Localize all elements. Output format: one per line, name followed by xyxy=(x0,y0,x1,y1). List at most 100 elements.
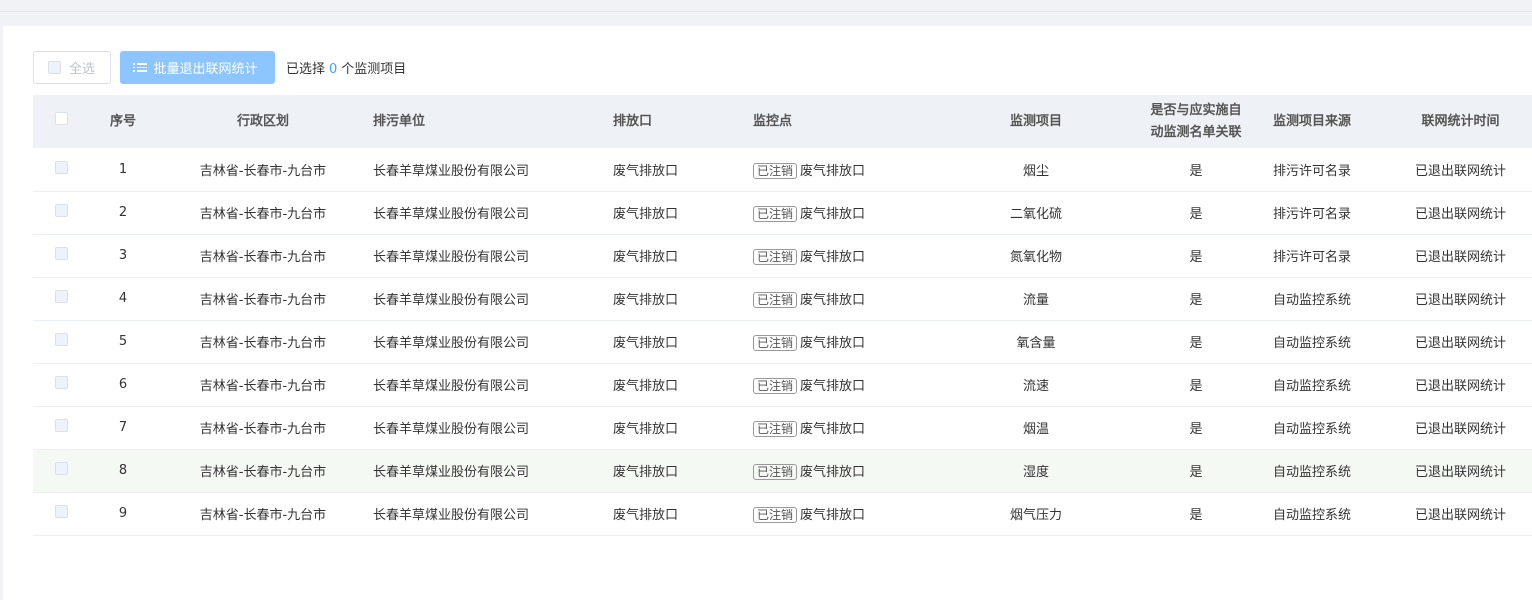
cell-outlet: 废气排放口 xyxy=(609,191,749,235)
monitor-point-name: 废气排放口 xyxy=(800,293,866,308)
cancelled-tag: 已注销 xyxy=(753,507,798,523)
cell-monitor-point: 已注销 废气排放口 xyxy=(749,492,949,536)
cell-network-time: 已退出联网统计 xyxy=(1389,234,1532,278)
cell-company: 长春羊草煤业股份有限公司 xyxy=(369,406,609,450)
cell-company: 长春羊草煤业股份有限公司 xyxy=(369,320,609,364)
header-company: 排污单位 xyxy=(369,95,609,148)
selected-count: 0 xyxy=(329,62,338,77)
row-checkbox-cell xyxy=(33,234,89,278)
header-auto-list: 是否与应实施自动监测名单关联 xyxy=(1123,95,1269,148)
cell-company: 长春羊草煤业股份有限公司 xyxy=(369,234,609,278)
table-row[interactable]: 3 吉林省-长春市-九台市 长春羊草煤业股份有限公司 废气排放口 已注销 废气排放口 氮氧化… xyxy=(33,234,1532,278)
cell-auto-list: 是 xyxy=(1123,234,1269,278)
cell-region: 吉林省-长春市-九台市 xyxy=(157,363,369,407)
cell-item: 湿度 xyxy=(949,449,1123,493)
row-checkbox[interactable] xyxy=(54,462,68,475)
row-checkbox[interactable] xyxy=(54,290,68,303)
table-header-row: 序号 行政区划 排污单位 排放口 监控点 监测项目 是否与应实施自动监测名单关联… xyxy=(33,95,1532,148)
row-checkbox-cell xyxy=(33,320,89,364)
cancelled-tag: 已注销 xyxy=(753,378,798,394)
cell-source: 自动监控系统 xyxy=(1269,363,1389,407)
row-checkbox[interactable] xyxy=(54,505,68,518)
cell-auto-list: 是 xyxy=(1123,277,1269,321)
select-all-button[interactable]: 全选 xyxy=(33,51,111,84)
cell-company: 长春羊草煤业股份有限公司 xyxy=(369,363,609,407)
cell-monitor-point: 已注销 废气排放口 xyxy=(749,191,949,235)
cell-region: 吉林省-长春市-九台市 xyxy=(157,234,369,278)
row-checkbox-cell xyxy=(33,148,89,192)
cell-item: 烟尘 xyxy=(949,148,1123,192)
header-checkbox[interactable] xyxy=(54,111,68,125)
table-row[interactable]: 9 吉林省-长春市-九台市 长春羊草煤业股份有限公司 废气排放口 已注销 废气排放口 烟气压… xyxy=(33,492,1532,536)
cell-item: 二氧化硫 xyxy=(949,191,1123,235)
select-all-checkbox[interactable] xyxy=(48,61,61,74)
cell-index: 9 xyxy=(89,492,157,536)
monitor-point-name: 废气排放口 xyxy=(800,336,866,351)
cell-network-time: 已退出联网统计 xyxy=(1389,406,1532,450)
row-checkbox[interactable] xyxy=(54,419,68,432)
table-row[interactable]: 7 吉林省-长春市-九台市 长春羊草煤业股份有限公司 废气排放口 已注销 废气排放口 烟温是… xyxy=(33,406,1532,450)
cell-source: 自动监控系统 xyxy=(1269,492,1389,536)
cell-index: 5 xyxy=(89,320,157,364)
table-row[interactable]: 5 吉林省-长春市-九台市 长春羊草煤业股份有限公司 废气排放口 已注销 废气排放口 氧含量… xyxy=(33,320,1532,364)
cancelled-tag: 已注销 xyxy=(753,421,798,437)
cell-network-time: 已退出联网统计 xyxy=(1389,277,1532,321)
cancelled-tag: 已注销 xyxy=(753,249,798,265)
cell-index: 7 xyxy=(89,406,157,450)
cell-auto-list: 是 xyxy=(1123,148,1269,192)
row-checkbox-cell xyxy=(33,449,89,493)
cell-index: 8 xyxy=(89,449,157,493)
table-row[interactable]: 4 吉林省-长春市-九台市 长春羊草煤业股份有限公司 废气排放口 已注销 废气排放口 流量是… xyxy=(33,277,1532,321)
selection-prefix: 已选择 xyxy=(286,62,326,77)
cell-auto-list: 是 xyxy=(1123,320,1269,364)
cell-outlet: 废气排放口 xyxy=(609,148,749,192)
monitoring-items-table: 序号 行政区划 排污单位 排放口 监控点 监测项目 是否与应实施自动监测名单关联… xyxy=(33,95,1532,536)
cell-outlet: 废气排放口 xyxy=(609,277,749,321)
cell-auto-list: 是 xyxy=(1123,191,1269,235)
cell-item: 流速 xyxy=(949,363,1123,407)
table-row[interactable]: 1 吉林省-长春市-九台市 长春羊草煤业股份有限公司 废气排放口 已注销 废气排放口 烟尘是… xyxy=(33,148,1532,192)
cell-monitor-point: 已注销 废气排放口 xyxy=(749,406,949,450)
cell-item: 烟温 xyxy=(949,406,1123,450)
cell-auto-list: 是 xyxy=(1123,406,1269,450)
row-checkbox-cell xyxy=(33,363,89,407)
cell-source: 自动监控系统 xyxy=(1269,406,1389,450)
selection-info: 已选择 0 个监测项目 xyxy=(286,58,406,77)
row-checkbox[interactable] xyxy=(54,376,68,389)
cell-source: 排污许可名录 xyxy=(1269,234,1389,278)
cell-source: 自动监控系统 xyxy=(1269,277,1389,321)
cell-source: 自动监控系统 xyxy=(1269,449,1389,493)
header-outlet: 排放口 xyxy=(609,95,749,148)
table-row[interactable]: 2 吉林省-长春市-九台市 长春羊草煤业股份有限公司 废气排放口 已注销 废气排放口 二氧化… xyxy=(33,191,1532,235)
cell-auto-list: 是 xyxy=(1123,492,1269,536)
monitor-point-name: 废气排放口 xyxy=(800,379,866,394)
table-row[interactable]: 8 吉林省-长春市-九台市 长春羊草煤业股份有限公司 废气排放口 已注销 废气排放口 湿度是… xyxy=(33,449,1532,493)
cell-item: 流量 xyxy=(949,277,1123,321)
cell-company: 长春羊草煤业股份有限公司 xyxy=(369,492,609,536)
cell-monitor-point: 已注销 废气排放口 xyxy=(749,148,949,192)
cell-network-time: 已退出联网统计 xyxy=(1389,492,1532,536)
batch-exit-label: 批量退出联网统计 xyxy=(153,62,258,77)
cell-source: 自动监控系统 xyxy=(1269,320,1389,364)
cell-outlet: 废气排放口 xyxy=(609,363,749,407)
monitor-point-name: 废气排放口 xyxy=(800,465,866,480)
cell-network-time: 已退出联网统计 xyxy=(1389,449,1532,493)
row-checkbox-cell xyxy=(33,191,89,235)
cell-index: 2 xyxy=(89,191,157,235)
top-bar xyxy=(0,0,1532,12)
monitor-point-name: 废气排放口 xyxy=(800,422,866,437)
row-checkbox[interactable] xyxy=(54,333,68,346)
cell-outlet: 废气排放口 xyxy=(609,234,749,278)
cell-index: 6 xyxy=(89,363,157,407)
header-auto-list-text: 是否与应实施自动监测名单关联 xyxy=(1150,102,1242,140)
row-checkbox[interactable] xyxy=(54,204,68,217)
monitor-point-name: 废气排放口 xyxy=(800,207,866,222)
row-checkbox[interactable] xyxy=(54,247,68,260)
batch-exit-network-button[interactable]: 批量退出联网统计 xyxy=(120,51,275,84)
cell-network-time: 已退出联网统计 xyxy=(1389,191,1532,235)
cell-auto-list: 是 xyxy=(1123,363,1269,407)
row-checkbox[interactable] xyxy=(54,160,68,174)
cell-item: 氮氧化物 xyxy=(949,234,1123,278)
cancelled-tag: 已注销 xyxy=(753,292,798,308)
table-row[interactable]: 6 吉林省-长春市-九台市 长春羊草煤业股份有限公司 废气排放口 已注销 废气排放口 流速是… xyxy=(33,363,1532,407)
